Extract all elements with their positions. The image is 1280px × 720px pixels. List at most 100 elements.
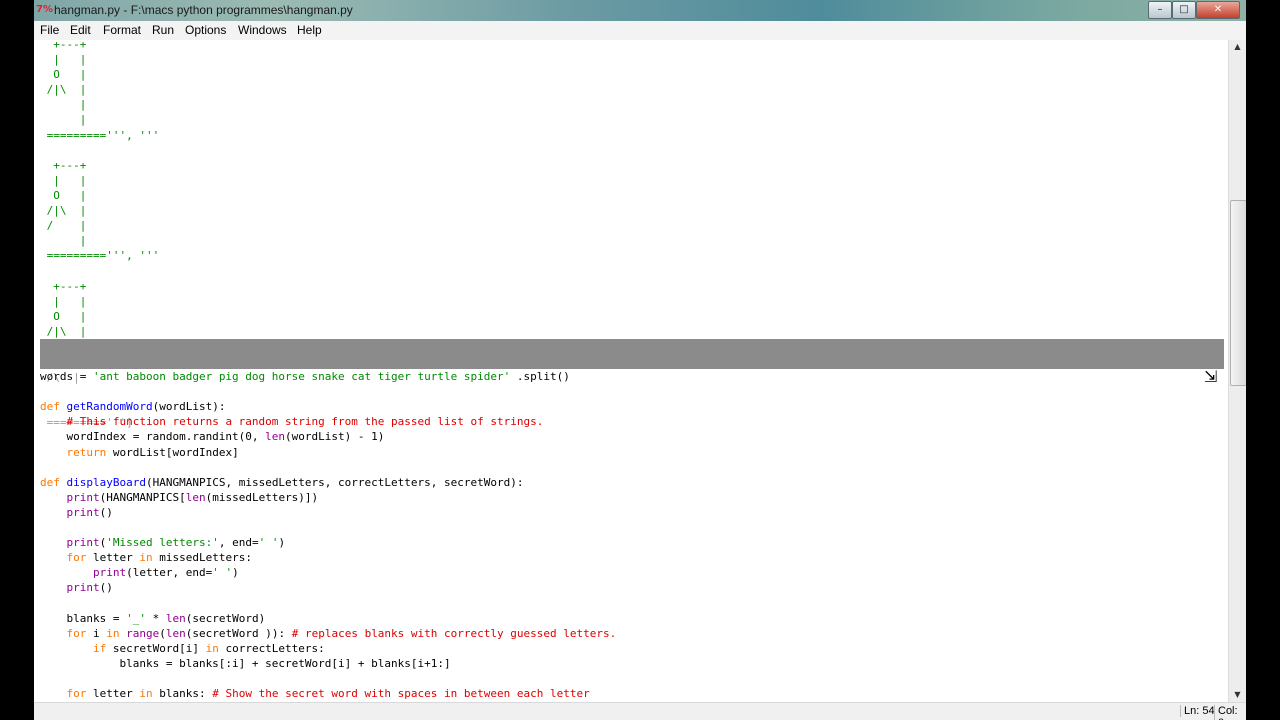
- code-token: (secretWord): [185, 611, 266, 625]
- window-title: hangman.py - F:\macs python programmes\h…: [54, 3, 353, 17]
- code-text: +---+ | | O | /|\ | | | =========''', ''…: [40, 40, 616, 701]
- code-token: 'Missed letters:': [106, 536, 219, 550]
- code-token: correctLetters:: [218, 641, 325, 655]
- code-line: words = 'ant baboon badger pig dog horse…: [40, 369, 616, 384]
- code-line: | |: [40, 294, 616, 309]
- code-line: |: [40, 112, 616, 127]
- code-token: blanks = blanks[:i] + secretWord[i] + bl…: [40, 656, 451, 670]
- code-token: =========''', ''': [40, 128, 160, 142]
- code-line: def displayBoard(HANGMANPICS, missedLett…: [40, 475, 616, 490]
- code-token: for: [66, 551, 87, 565]
- code-line: /|\ |: [40, 203, 616, 218]
- code-token: ' ': [212, 566, 233, 580]
- code-token: getRandomWord: [66, 400, 153, 414]
- code-token: '_': [126, 611, 146, 625]
- code-token: (wordList):: [152, 400, 226, 414]
- code-token: print: [66, 490, 100, 504]
- code-token: secretWord[i]: [106, 641, 206, 655]
- code-token: len: [165, 626, 186, 640]
- code-token: for: [66, 687, 87, 701]
- menu-file[interactable]: File: [40, 23, 59, 37]
- code-token: in: [106, 626, 120, 640]
- code-token: (HANGMANPICS[: [99, 490, 186, 504]
- video-letterbox-right: [1246, 0, 1280, 720]
- code-token: for: [66, 626, 87, 640]
- minimize-button[interactable]: –: [1148, 1, 1172, 19]
- scroll-down-arrow-icon[interactable]: ▼: [1229, 688, 1246, 702]
- code-line: / |: [40, 218, 616, 233]
- code-token: words =: [40, 370, 93, 384]
- code-token: len: [165, 611, 186, 625]
- code-token: letter: [86, 687, 140, 701]
- code-token: displayBoard: [66, 475, 146, 489]
- code-line: O |: [40, 67, 616, 82]
- code-token: if: [92, 641, 107, 655]
- code-token: O |: [40, 68, 87, 82]
- code-token: i: [86, 626, 107, 640]
- code-line: print(HANGMANPICS[len(missedLetters)]): [40, 490, 616, 505]
- code-line: O |: [40, 188, 616, 203]
- code-token: # This function returns a random string …: [66, 415, 544, 429]
- idle-editor-window: 7% hangman.py - F:\macs python programme…: [34, 0, 1246, 720]
- code-token: # replaces blanks with correctly guessed…: [291, 626, 617, 640]
- menu-format[interactable]: Format: [103, 23, 141, 37]
- code-token: |: [40, 234, 87, 248]
- code-line: |: [40, 97, 616, 112]
- code-token: ' ': [258, 536, 279, 550]
- code-line: wordIndex = random.randint(0, len(wordLi…: [40, 429, 616, 444]
- mouse-cursor-icon: ⇲: [1204, 367, 1218, 386]
- code-line: return wordList[wordIndex]: [40, 445, 616, 460]
- code-line: print(): [40, 505, 616, 520]
- code-token: /|\ |: [40, 83, 87, 97]
- code-line: if secretWord[i] in correctLetters:: [40, 641, 616, 656]
- code-token: print: [92, 566, 127, 580]
- menu-help[interactable]: Help: [297, 23, 322, 37]
- code-token: (): [99, 581, 113, 595]
- code-line: +---+: [40, 279, 616, 294]
- code-line: |: [40, 233, 616, 248]
- code-line: def getRandomWord(wordList):: [40, 399, 616, 414]
- code-line: # This function returns a random string …: [40, 414, 616, 429]
- status-column-number: Col: 0: [1214, 705, 1246, 720]
- code-token: wordIndex = random.randint(0,: [40, 430, 266, 444]
- code-token: in: [205, 641, 219, 655]
- menu-options[interactable]: Options: [185, 23, 226, 37]
- code-token: blanks =: [40, 611, 127, 625]
- code-line: | |: [40, 52, 616, 67]
- code-line: print('Missed letters:', end=' '): [40, 535, 616, 550]
- status-line-number: Ln: 54: [1180, 705, 1215, 717]
- scroll-up-arrow-icon[interactable]: ▲: [1229, 40, 1246, 54]
- menu-run[interactable]: Run: [152, 23, 174, 37]
- scrollbar-thumb[interactable]: [1230, 200, 1246, 386]
- code-token: ): [232, 566, 239, 580]
- code-token: range: [126, 626, 160, 640]
- menu-edit[interactable]: Edit: [70, 23, 91, 37]
- close-button[interactable]: ✕: [1196, 1, 1240, 19]
- code-token: def: [40, 400, 60, 414]
- code-token: , end=: [218, 536, 259, 550]
- code-token: blanks:: [152, 687, 213, 701]
- code-token: =========''', ''': [40, 249, 160, 263]
- idle-icon: 7%: [36, 4, 53, 15]
- menu-windows[interactable]: Windows: [238, 23, 287, 37]
- vertical-scrollbar[interactable]: ▲ ▼: [1228, 40, 1246, 702]
- code-token: +---+: [40, 158, 87, 172]
- title-bar[interactable]: 7% hangman.py - F:\macs python programme…: [34, 0, 1246, 21]
- code-editor[interactable]: /\ | ========='''] +---+ | | O | /|\ | |…: [34, 40, 1228, 702]
- code-line: /|\ |: [40, 324, 616, 339]
- maximize-button[interactable]: □: [1172, 1, 1196, 19]
- code-token: (HANGMANPICS, missedLetters, correctLett…: [145, 475, 524, 489]
- code-token: *: [145, 611, 166, 625]
- code-token: | |: [40, 53, 87, 67]
- code-line: =========''', ''': [40, 128, 616, 143]
- code-line: /|\ |: [40, 82, 616, 97]
